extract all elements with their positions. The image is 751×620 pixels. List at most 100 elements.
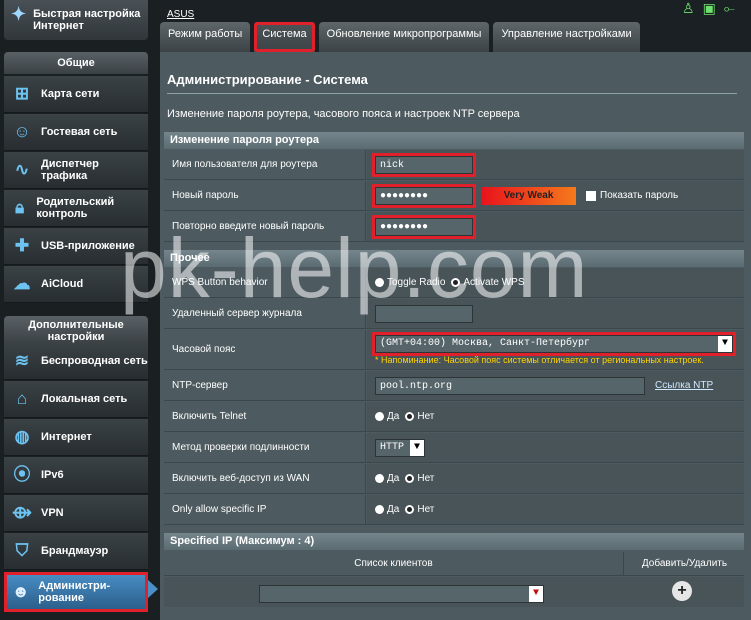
aicloud-icon: ☁ bbox=[13, 274, 31, 293]
password-section-header: Изменение пароля роутера bbox=[164, 132, 744, 149]
user-status-icon[interactable]: ♙ bbox=[682, 0, 703, 16]
chevron-down-icon: ▼ bbox=[718, 335, 732, 352]
tab-bar: Режим работы Система Обновление микропро… bbox=[160, 22, 644, 52]
new-password-row: Новый пароль ●●●●●●●● Very Weak Показать… bbox=[164, 181, 744, 211]
specific-ip-label: Only allow specific IP bbox=[164, 495, 366, 524]
repeat-password-input[interactable]: ●●●●●●●● bbox=[372, 214, 476, 239]
sidebar-item-internet[interactable]: ◍ Интернет bbox=[4, 419, 148, 456]
sidebar-item-firewall[interactable]: ⛉ Брандмауэр bbox=[4, 533, 148, 570]
sidebar-item-label: Карта сети bbox=[41, 88, 100, 100]
username-row: Имя пользователя для роутера nick bbox=[164, 150, 744, 180]
wan-globe-icon: ◍ bbox=[14, 427, 30, 446]
specific-no-label: Нет bbox=[417, 504, 435, 515]
show-password-checkbox[interactable] bbox=[586, 190, 596, 201]
wan-no-label: Нет bbox=[417, 473, 435, 484]
wan-status-icon[interactable]: ▣ bbox=[703, 0, 724, 16]
specified-ip-header: Specified IP (Максимум : 4) bbox=[164, 533, 744, 550]
sidebar-item-administration[interactable]: ☻ Администри- рование bbox=[4, 572, 148, 612]
chevron-down-icon: ▼ bbox=[529, 586, 543, 602]
sidebar-item-parental-control[interactable]: 🔒︎ Родительский контроль bbox=[4, 190, 148, 227]
sidebar-item-usb-app[interactable]: ✚ USB-приложение bbox=[4, 228, 148, 265]
wan-yes-radio[interactable] bbox=[375, 474, 384, 483]
ntp-row: NTP-сервер pool.ntp.org Ссылка NTP bbox=[164, 371, 744, 401]
syslog-input[interactable] bbox=[375, 304, 473, 323]
add-remove-column: Добавить/Удалить bbox=[641, 558, 728, 569]
sidebar-item-label: Брандмауэр bbox=[41, 545, 109, 557]
wps-label: WPS Button behavior bbox=[164, 268, 366, 297]
wan-no-radio[interactable] bbox=[405, 474, 415, 483]
tab-system[interactable]: Система bbox=[254, 22, 315, 52]
telnet-no-label: Нет bbox=[417, 411, 435, 422]
sidebar-item-label: VPN bbox=[41, 507, 64, 519]
sidebar-item-label: AiCloud bbox=[41, 278, 84, 290]
telnet-row: Включить Telnet Да Нет bbox=[164, 402, 744, 432]
timezone-label: Часовой пояс bbox=[164, 330, 366, 369]
sidebar-item-guest-network[interactable]: ☺ Гостевая сеть bbox=[4, 114, 148, 151]
quick-setup-label: Быстрая настройка Интернет bbox=[33, 8, 141, 32]
wps-opt1-label: Toggle Radio bbox=[387, 277, 446, 288]
ntp-label: NTP-сервер bbox=[164, 371, 366, 400]
page-title: Администрирование - Система bbox=[167, 72, 368, 87]
password-strength-meter: Very Weak bbox=[481, 186, 576, 205]
wps-row: WPS Button behavior Toggle Radio Activat… bbox=[164, 268, 744, 298]
sidebar-item-ipv6[interactable]: ⦿ IPv6 bbox=[4, 457, 148, 494]
tab-operation-mode[interactable]: Режим работы bbox=[160, 22, 251, 52]
timezone-select[interactable]: (GMT+04:00) Москва, Санкт-Петербург ▼ bbox=[372, 331, 736, 356]
repeat-password-row: Повторно введите новый пароль ●●●●●●●● bbox=[164, 212, 744, 242]
sidebar-item-label: Гостевая сеть bbox=[41, 126, 118, 138]
telnet-no-radio[interactable] bbox=[405, 412, 415, 421]
tab-settings-management[interactable]: Управление настройками bbox=[493, 22, 640, 52]
username-label: Имя пользователя для роутера bbox=[164, 150, 366, 179]
client-table-header: Список клиентов Добавить/Удалить bbox=[164, 552, 744, 576]
timezone-note: * Напоминание: Часовой пояс системы отли… bbox=[375, 354, 704, 365]
telnet-yes-radio[interactable] bbox=[375, 412, 384, 421]
auth-select[interactable]: HTTP ▼ bbox=[375, 438, 425, 457]
tab-firmware-upgrade[interactable]: Обновление микропрограммы bbox=[318, 22, 490, 52]
network-map-icon: ⊞ bbox=[14, 84, 30, 103]
wps-toggle-radio-option[interactable] bbox=[375, 278, 384, 287]
sidebar-item-vpn[interactable]: ⟴ VPN bbox=[4, 495, 148, 532]
ntp-input[interactable]: pool.ntp.org bbox=[375, 376, 645, 395]
sidebar-item-network-map[interactable]: ⊞ Карта сети bbox=[4, 76, 148, 113]
specific-yes-radio[interactable] bbox=[375, 505, 384, 514]
sidebar-item-traffic-manager[interactable]: ∿ Диспетчер трафика bbox=[4, 152, 148, 189]
sidebar-item-label: Администри- рование bbox=[38, 579, 111, 604]
administration-icon: ☻ bbox=[11, 581, 30, 601]
add-circle-icon[interactable]: + bbox=[672, 581, 692, 601]
router-admin-page: ✦ Быстрая настройка Интернет Общие ⊞ Карт… bbox=[0, 0, 751, 620]
wps-activate-option[interactable] bbox=[451, 278, 461, 287]
wan-access-row: Включить веб-доступ из WAN Да Нет bbox=[164, 464, 744, 494]
sidebar-item-wireless[interactable]: ≋ Беспроводная сеть bbox=[4, 343, 148, 380]
vpn-icon: ⟴ bbox=[12, 503, 32, 522]
client-select[interactable]: ▼ bbox=[259, 585, 544, 603]
timezone-row: Часовой пояс (GMT+04:00) Москва, Санкт-П… bbox=[164, 330, 744, 370]
parental-control-icon: 🔒︎ bbox=[15, 198, 25, 217]
wps-opt2-label: Activate WPS bbox=[463, 277, 525, 288]
page-description: Изменение пароля роутера, часового пояса… bbox=[167, 108, 520, 120]
general-header: Общие bbox=[4, 52, 148, 74]
sidebar-item-label: USB-приложение bbox=[41, 240, 135, 252]
telnet-label: Включить Telnet bbox=[164, 402, 366, 431]
auth-value: HTTP bbox=[380, 441, 405, 453]
guest-network-icon: ☺ bbox=[13, 122, 31, 141]
sidebar-item-lan[interactable]: ⌂ Локальная сеть bbox=[4, 381, 148, 418]
syslog-label: Удаленный сервер журнала bbox=[164, 299, 366, 328]
new-password-input[interactable]: ●●●●●●●● bbox=[372, 183, 476, 208]
wan-yes-label: Да bbox=[387, 473, 400, 484]
main-panel: Администрирование - Система Изменение па… bbox=[160, 52, 751, 620]
usb-status-icon[interactable]: ⟜ bbox=[724, 0, 743, 16]
sidebar-item-label: Интернет bbox=[41, 431, 92, 443]
ntp-link[interactable]: Ссылка NTP bbox=[655, 380, 713, 391]
timezone-value: (GMT+04:00) Москва, Санкт-Петербург bbox=[380, 337, 591, 349]
ipv6-icon: ⦿ bbox=[13, 465, 31, 484]
syslog-row: Удаленный сервер журнала bbox=[164, 299, 744, 329]
brand-link[interactable]: ASUS bbox=[167, 9, 194, 20]
username-input[interactable]: nick bbox=[372, 152, 476, 177]
sidebar-item-aicloud[interactable]: ☁ AiCloud bbox=[4, 266, 148, 303]
quick-setup-button[interactable]: ✦ Быстрая настройка Интернет bbox=[4, 0, 148, 40]
specific-no-radio[interactable] bbox=[405, 505, 415, 514]
chevron-down-icon: ▼ bbox=[410, 439, 424, 456]
top-status-bar: ASUS ♙▣⟜ bbox=[160, 0, 751, 22]
wan-access-label: Включить веб-доступ из WAN bbox=[164, 464, 366, 493]
traffic-manager-icon: ∿ bbox=[14, 160, 30, 179]
